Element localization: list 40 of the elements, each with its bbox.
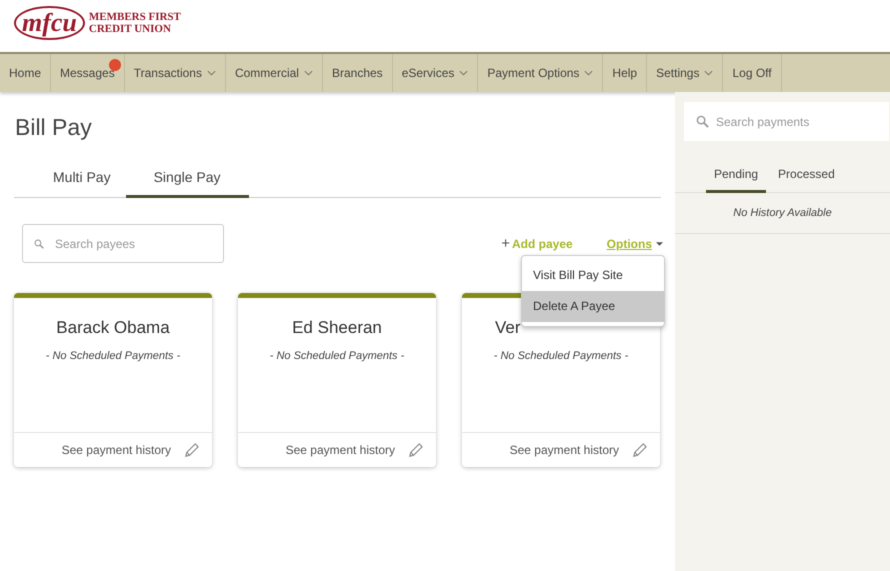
payee-name: Barack Obama: [55, 318, 171, 338]
logo-text: MEMBERS FIRST: [88, 11, 181, 23]
pencil-icon[interactable]: [407, 442, 424, 458]
search-field[interactable]: Search payees: [22, 224, 224, 263]
empty-message: No History Available: [675, 193, 890, 234]
payment-history-link[interactable]: See payment history: [286, 443, 395, 457]
nav-item[interactable]: Payment Options: [478, 54, 604, 92]
menu-item[interactable]: Visit Bill Pay Site: [522, 260, 664, 290]
chevron-icon: [206, 70, 216, 76]
nav-item[interactable]: Messages: [51, 54, 125, 92]
pencil-icon[interactable]: [183, 442, 200, 458]
chevron-icon: [704, 70, 714, 76]
logo-mark: mfcu: [14, 6, 85, 40]
caret-icon: [656, 242, 663, 246]
search-field[interactable]: Search payments: [684, 102, 889, 141]
nav-item[interactable]: Branches: [322, 54, 393, 92]
chevron-icon: [584, 70, 594, 76]
nav-item[interactable]: Home: [0, 54, 52, 92]
nav-item[interactable]: Transactions: [124, 54, 226, 92]
payment-note: - No Scheduled Payments -: [268, 350, 406, 362]
menu-item[interactable]: Delete A Payee: [522, 290, 664, 322]
logo-text: CREDIT UNION: [88, 23, 172, 35]
nav-item[interactable]: Help: [603, 54, 648, 92]
payment-history-link[interactable]: See payment history: [510, 443, 619, 457]
nav-item[interactable]: Commercial: [226, 54, 323, 92]
payee-name: Ed Sheeran: [291, 318, 383, 338]
add-payee-link[interactable]: +Add payee: [501, 235, 573, 252]
tab[interactable]: Multi Pay: [38, 161, 126, 198]
payment-history-link[interactable]: See payment history: [62, 443, 171, 457]
pencil-icon[interactable]: [631, 442, 648, 458]
chevron-icon: [459, 70, 468, 76]
payment-note: - No Scheduled Payments -: [44, 350, 182, 362]
nav-item[interactable]: eServices: [392, 54, 478, 92]
tab[interactable]: Processed: [770, 161, 843, 193]
payment-note: - No Scheduled Payments -: [492, 350, 630, 362]
chevron-icon: [304, 70, 313, 76]
page-title: Bill Pay: [15, 114, 93, 141]
tab[interactable]: Single Pay: [126, 161, 249, 198]
payee-name: Ver: [494, 318, 522, 338]
tab[interactable]: Pending: [706, 161, 766, 193]
